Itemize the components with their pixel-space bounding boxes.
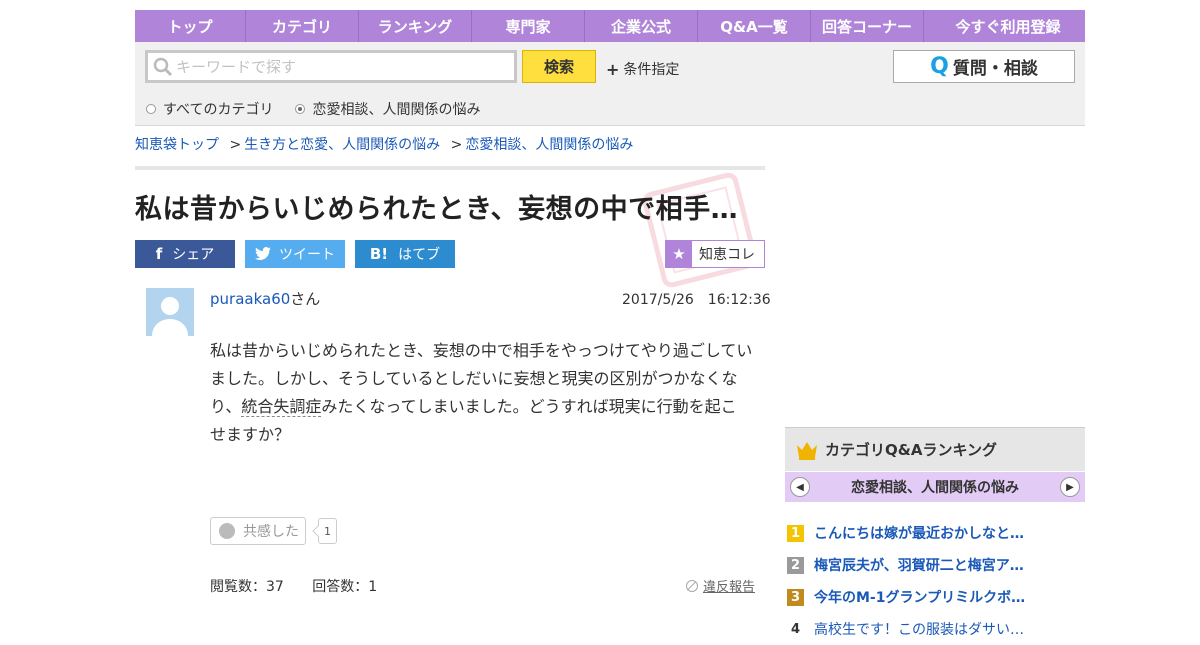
category-radio-group: すべてのカテゴリ 恋愛相談、人間関係の悩み <box>146 99 502 119</box>
rank-badge: 3 <box>787 588 804 606</box>
breadcrumb-item[interactable]: 知恵袋トップ <box>135 137 219 153</box>
rank-badge: 4 <box>790 621 801 637</box>
question-title: 私は昔からいじめられたとき、妄想の中で相手… <box>135 194 739 225</box>
ask-question-label: 質問・相談 <box>952 59 1038 79</box>
nav-register[interactable]: 今すぐ利用登録 <box>924 10 1092 42</box>
radio-dot-selected <box>295 104 306 114</box>
star-icon: ★ <box>666 241 692 267</box>
global-nav: トップ カテゴリ ランキング 専門家 企業公式 Q&A一覧 回答コーナー 今すぐ… <box>135 10 1085 42</box>
body-text: せますか？ <box>210 425 291 444</box>
chiekore-button[interactable]: ★ 知恵コレ <box>665 240 765 268</box>
nav-official[interactable]: 企業公式 <box>585 10 698 42</box>
share-label: はてブ <box>398 247 441 263</box>
plus-icon: + <box>606 59 620 79</box>
view-count: 閲覧数：37 <box>210 579 284 595</box>
rank-badge: 1 <box>787 524 804 542</box>
share-label: シェア <box>172 247 215 263</box>
prohibited-icon <box>686 579 698 592</box>
ranking-category-label: 恋愛相談、人間関係の悩み <box>851 480 1019 496</box>
crown-icon <box>797 441 817 460</box>
default-user-icon <box>152 297 188 336</box>
next-arrow-icon[interactable]: ▶ <box>1060 477 1080 497</box>
ask-question-button[interactable]: Q 質問・相談 <box>893 50 1075 83</box>
ranking-header: カテゴリQ&Aランキング <box>785 427 1085 471</box>
user-link[interactable]: puraaka60 <box>210 290 290 308</box>
rank-badge: 2 <box>787 556 804 574</box>
empathy-count: 1 <box>318 518 337 544</box>
divider <box>135 166 765 170</box>
search-icon <box>153 57 173 76</box>
q-icon: Q <box>930 54 949 79</box>
breadcrumb: 知恵袋トップ > 生き方と恋愛、人間関係の悩み > 恋愛相談、人間関係の悩み <box>135 134 633 154</box>
search-box <box>145 50 517 83</box>
ranking-item[interactable]: 1 こんにちは嫁が最近おかしなと… <box>785 517 1085 549</box>
body-text: みたくなってしまいました。どうすれば現実に行動を起こ <box>321 397 737 416</box>
nav-top[interactable]: トップ <box>135 10 246 42</box>
ranking-item[interactable]: 4 高校生です！この服装はダサい… <box>785 613 1085 645</box>
radio-label: すべてのカテゴリ <box>163 102 274 118</box>
ranking-category-bar: ◀ 恋愛相談、人間関係の悩み ▶ <box>785 472 1085 502</box>
empathy-button[interactable]: 共感した <box>210 517 306 545</box>
ranking-item[interactable]: 3 今年のM-1グランプリミルクボ… <box>785 581 1085 613</box>
answer-count: 回答数：1 <box>312 579 378 595</box>
chiekore-label: 知恵コレ <box>699 247 755 263</box>
nav-experts[interactable]: 専門家 <box>472 10 585 42</box>
ranking-link[interactable]: 高校生です！この服装はダサい… <box>814 619 1024 639</box>
question-stats: 閲覧数：37 回答数：1 <box>210 576 401 596</box>
facebook-icon: f <box>155 245 163 263</box>
user-suffix: さん <box>290 290 321 308</box>
radio-label: 恋愛相談、人間関係の悩み <box>312 102 481 118</box>
search-input[interactable] <box>174 56 508 77</box>
keyword-link[interactable]: 統合失調症 <box>241 397 322 417</box>
nav-answer-corner[interactable]: 回答コーナー <box>811 10 924 42</box>
question-body: 私は昔からいじめられたとき、妄想の中で相手をやっつけてやり過ごしていました。しか… <box>210 337 755 449</box>
twitter-share-button[interactable]: ツイート <box>245 240 345 268</box>
nav-qa-list[interactable]: Q&A一覧 <box>698 10 811 42</box>
nav-ranking[interactable]: ランキング <box>359 10 472 42</box>
breadcrumb-separator: > <box>450 137 463 153</box>
ranking-item[interactable]: 2 梅宮辰夫が、羽賀研二と梅宮ア… <box>785 549 1085 581</box>
breadcrumb-item[interactable]: 生き方と恋愛、人間関係の悩み <box>244 137 440 153</box>
question-author: puraaka60さん <box>210 288 320 309</box>
ranking-list: 1 こんにちは嫁が最近おかしなと… 2 梅宮辰夫が、羽賀研二と梅宮ア… 3 今年… <box>785 517 1085 645</box>
post-timestamp: 2017/5/26 16:12:36 <box>622 292 771 308</box>
face-icon <box>219 523 235 539</box>
search-area: 検索 + 条件指定 すべてのカテゴリ 恋愛相談、人間関係の悩み Q 質問・相談 <box>135 42 1085 126</box>
ranking-link[interactable]: 梅宮辰夫が、羽賀研二と梅宮ア… <box>814 555 1024 575</box>
radio-dot <box>146 104 156 114</box>
breadcrumb-separator: > <box>229 137 242 153</box>
ranking-link[interactable]: こんにちは嫁が最近おかしなと… <box>814 523 1024 543</box>
breadcrumb-item[interactable]: 恋愛相談、人間関係の悩み <box>465 137 633 153</box>
conditions-button[interactable]: + 条件指定 <box>606 59 679 79</box>
facebook-share-button[interactable]: f シェア <box>135 240 235 268</box>
radio-all-categories[interactable]: すべてのカテゴリ <box>146 99 273 119</box>
ranking-title: カテゴリQ&Aランキング <box>825 441 997 459</box>
report-label: 違反報告 <box>703 580 756 595</box>
conditions-label: 条件指定 <box>623 62 680 78</box>
nav-category[interactable]: カテゴリ <box>246 10 359 42</box>
ranking-link[interactable]: 今年のM-1グランプリミルクボ… <box>814 587 1025 607</box>
prev-arrow-icon[interactable]: ◀ <box>790 477 810 497</box>
report-link[interactable]: 違反報告 <box>686 576 755 595</box>
share-label: ツイート <box>279 247 335 263</box>
empathy-label: 共感した <box>243 524 299 540</box>
avatar[interactable] <box>146 288 194 336</box>
hatena-bookmark-button[interactable]: B! はてブ <box>355 240 455 268</box>
search-button[interactable]: 検索 <box>522 50 596 83</box>
hatena-icon: B! <box>369 245 389 263</box>
radio-current-category[interactable]: 恋愛相談、人間関係の悩み <box>295 99 480 119</box>
twitter-bird-icon <box>255 247 271 260</box>
